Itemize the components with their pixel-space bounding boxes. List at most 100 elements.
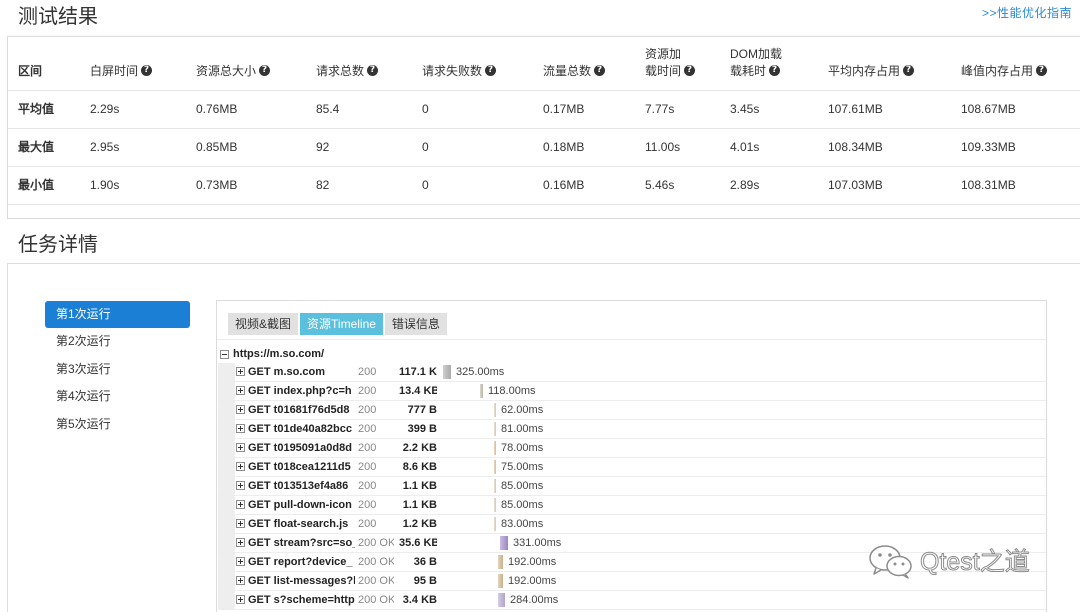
request-status: 200 <box>358 442 377 454</box>
table-cell: 0.18MB <box>533 129 635 167</box>
tree-indent <box>218 591 235 609</box>
timeline-bar <box>494 441 496 455</box>
tab-video-screenshots[interactable]: 视频&截图 <box>228 313 299 335</box>
tree-root-row[interactable]: https://m.so.com/ <box>220 346 620 363</box>
tab-resource-timeline[interactable]: 资源Timeline <box>300 313 383 335</box>
request-size: 35.6 KB <box>399 537 437 549</box>
request-duration: 331.00ms <box>513 537 562 549</box>
table-header-cell: 白屏时间 <box>80 37 186 91</box>
table-cell: 11.00s <box>635 129 720 167</box>
table-cell: 2.89s <box>720 167 818 205</box>
timeline-bar <box>494 403 496 417</box>
request-row[interactable]: GET m.so.com 200 117.1 KB 325.00ms <box>218 363 1046 382</box>
expand-plus-icon[interactable] <box>236 386 245 395</box>
table-header-cell: 请求总数 <box>306 37 412 91</box>
help-icon[interactable] <box>141 65 153 76</box>
expand-plus-icon[interactable] <box>236 500 245 509</box>
request-row[interactable]: GET t0195091a0d8d 200 2.2 KB 78.00ms <box>218 439 1046 458</box>
request-row[interactable]: GET t01681f76d5d8 200 777 B 62.00ms <box>218 401 1046 420</box>
expand-plus-icon[interactable] <box>236 443 245 452</box>
header-label-line: 峰值内存占用 <box>961 63 1080 80</box>
run-item-5[interactable]: 第5次运行 <box>45 411 190 438</box>
help-icon[interactable] <box>903 65 915 76</box>
table-cell: 108.31MB <box>951 167 1080 205</box>
header-label-line: 流量总数 <box>543 63 635 80</box>
request-row[interactable]: GET index.php?c=h 200 13.4 KB 118.00ms <box>218 382 1046 401</box>
header-label-line: 载耗时 <box>730 63 818 80</box>
tree-indent <box>218 363 235 381</box>
header-label-line: 资源总大小 <box>196 63 306 80</box>
request-row[interactable]: GET t01de40a82bcc 200 399 B 81.00ms <box>218 420 1046 439</box>
expand-plus-icon[interactable] <box>236 424 245 433</box>
expand-plus-icon[interactable] <box>236 576 245 585</box>
help-icon[interactable] <box>594 65 606 76</box>
root-url: https://m.so.com/ <box>233 348 325 360</box>
table-header-cell: 资源总大小 <box>186 37 306 91</box>
tree-indent <box>218 458 235 476</box>
table-cell: 82 <box>306 167 412 205</box>
table-header-cell: 平均内存占用 <box>818 37 951 91</box>
expand-plus-icon[interactable] <box>236 557 245 566</box>
row-label: 最大值 <box>8 129 80 167</box>
results-panel: 区间白屏时间资源总大小请求总数请求失败数流量总数资源加载时间DOM加载载耗时平均… <box>7 36 1080 219</box>
tree-indent <box>218 515 235 533</box>
help-icon[interactable] <box>1036 65 1048 76</box>
expand-plus-icon[interactable] <box>236 405 245 414</box>
row-label: 平均值 <box>8 91 80 129</box>
request-row[interactable]: GET t018cea1211d5 200 8.6 KB 75.00ms <box>218 458 1046 477</box>
table-cell: 0.73MB <box>186 167 306 205</box>
request-row[interactable]: GET pull-down-icon 200 1.1 KB 85.00ms <box>218 496 1046 515</box>
run-item-2[interactable]: 第2次运行 <box>45 328 190 355</box>
request-duration: 284.00ms <box>510 594 559 606</box>
request-row[interactable]: GET s?scheme=http 200 OK 3.4 KB 284.00ms <box>218 591 1046 610</box>
help-icon[interactable] <box>259 65 271 76</box>
expand-plus-icon[interactable] <box>236 367 245 376</box>
request-name: GET t01de40a82bcc <box>248 423 352 435</box>
expand-plus-icon[interactable] <box>236 595 245 604</box>
help-icon[interactable] <box>684 65 696 76</box>
header-label: 流量总数 <box>543 64 592 78</box>
table-cell: 108.34MB <box>818 129 951 167</box>
request-status: 200 <box>358 366 377 378</box>
help-icon[interactable] <box>769 65 781 76</box>
request-duration: 85.00ms <box>501 480 544 492</box>
request-row[interactable]: GET float-search.js 200 1.2 KB 83.00ms <box>218 515 1046 534</box>
tab-bar: 视频&截图 资源Timeline 错误信息 <box>228 313 447 335</box>
request-duration: 81.00ms <box>501 423 544 435</box>
header-label-line: 白屏时间 <box>90 63 186 80</box>
header-label-line: DOM加载 <box>730 46 818 63</box>
table-cell: 0 <box>412 129 533 167</box>
header-label-line: 请求失败数 <box>422 63 533 80</box>
row-label: 最小值 <box>8 167 80 205</box>
table-cell: 0.17MB <box>533 91 635 129</box>
table-header-cell: DOM加载 载耗时 <box>720 37 818 91</box>
run-item-4[interactable]: 第4次运行 <box>45 383 190 410</box>
table-header-cell: 流量总数 <box>533 37 635 91</box>
request-status: 200 <box>358 499 377 511</box>
help-icon[interactable] <box>367 65 379 76</box>
help-icon[interactable] <box>485 65 497 76</box>
table-cell: 0 <box>412 167 533 205</box>
request-status: 200 <box>358 385 377 397</box>
request-name: GET pull-down-icon <box>248 499 352 511</box>
run-list: 第1次运行 第2次运行 第3次运行 第4次运行 第5次运行 <box>45 301 190 438</box>
collapse-minus-icon[interactable] <box>220 350 229 359</box>
run-item-1[interactable]: 第1次运行 <box>45 301 190 329</box>
expand-plus-icon[interactable] <box>236 481 245 490</box>
request-size: 3.4 KB <box>402 594 437 606</box>
header-label: 白屏时间 <box>90 64 139 78</box>
performance-guide-link[interactable]: >>性能优化指南 <box>982 6 1072 20</box>
expand-plus-icon[interactable] <box>236 538 245 547</box>
run-item-3[interactable]: 第3次运行 <box>45 356 190 383</box>
header-label: 载时间 <box>645 64 682 78</box>
request-row[interactable]: GET t013513ef4a86 200 1.1 KB 85.00ms <box>218 477 1046 496</box>
request-name: GET report?device_ <box>248 556 353 568</box>
results-title: 测试结果 <box>18 6 98 28</box>
request-size: 8.6 KB <box>402 461 437 473</box>
table-cell: 0.85MB <box>186 129 306 167</box>
header-label: 区间 <box>18 64 43 78</box>
table-cell: 5.46s <box>635 167 720 205</box>
tab-error-info[interactable]: 错误信息 <box>384 313 447 335</box>
expand-plus-icon[interactable] <box>236 462 245 471</box>
expand-plus-icon[interactable] <box>236 519 245 528</box>
